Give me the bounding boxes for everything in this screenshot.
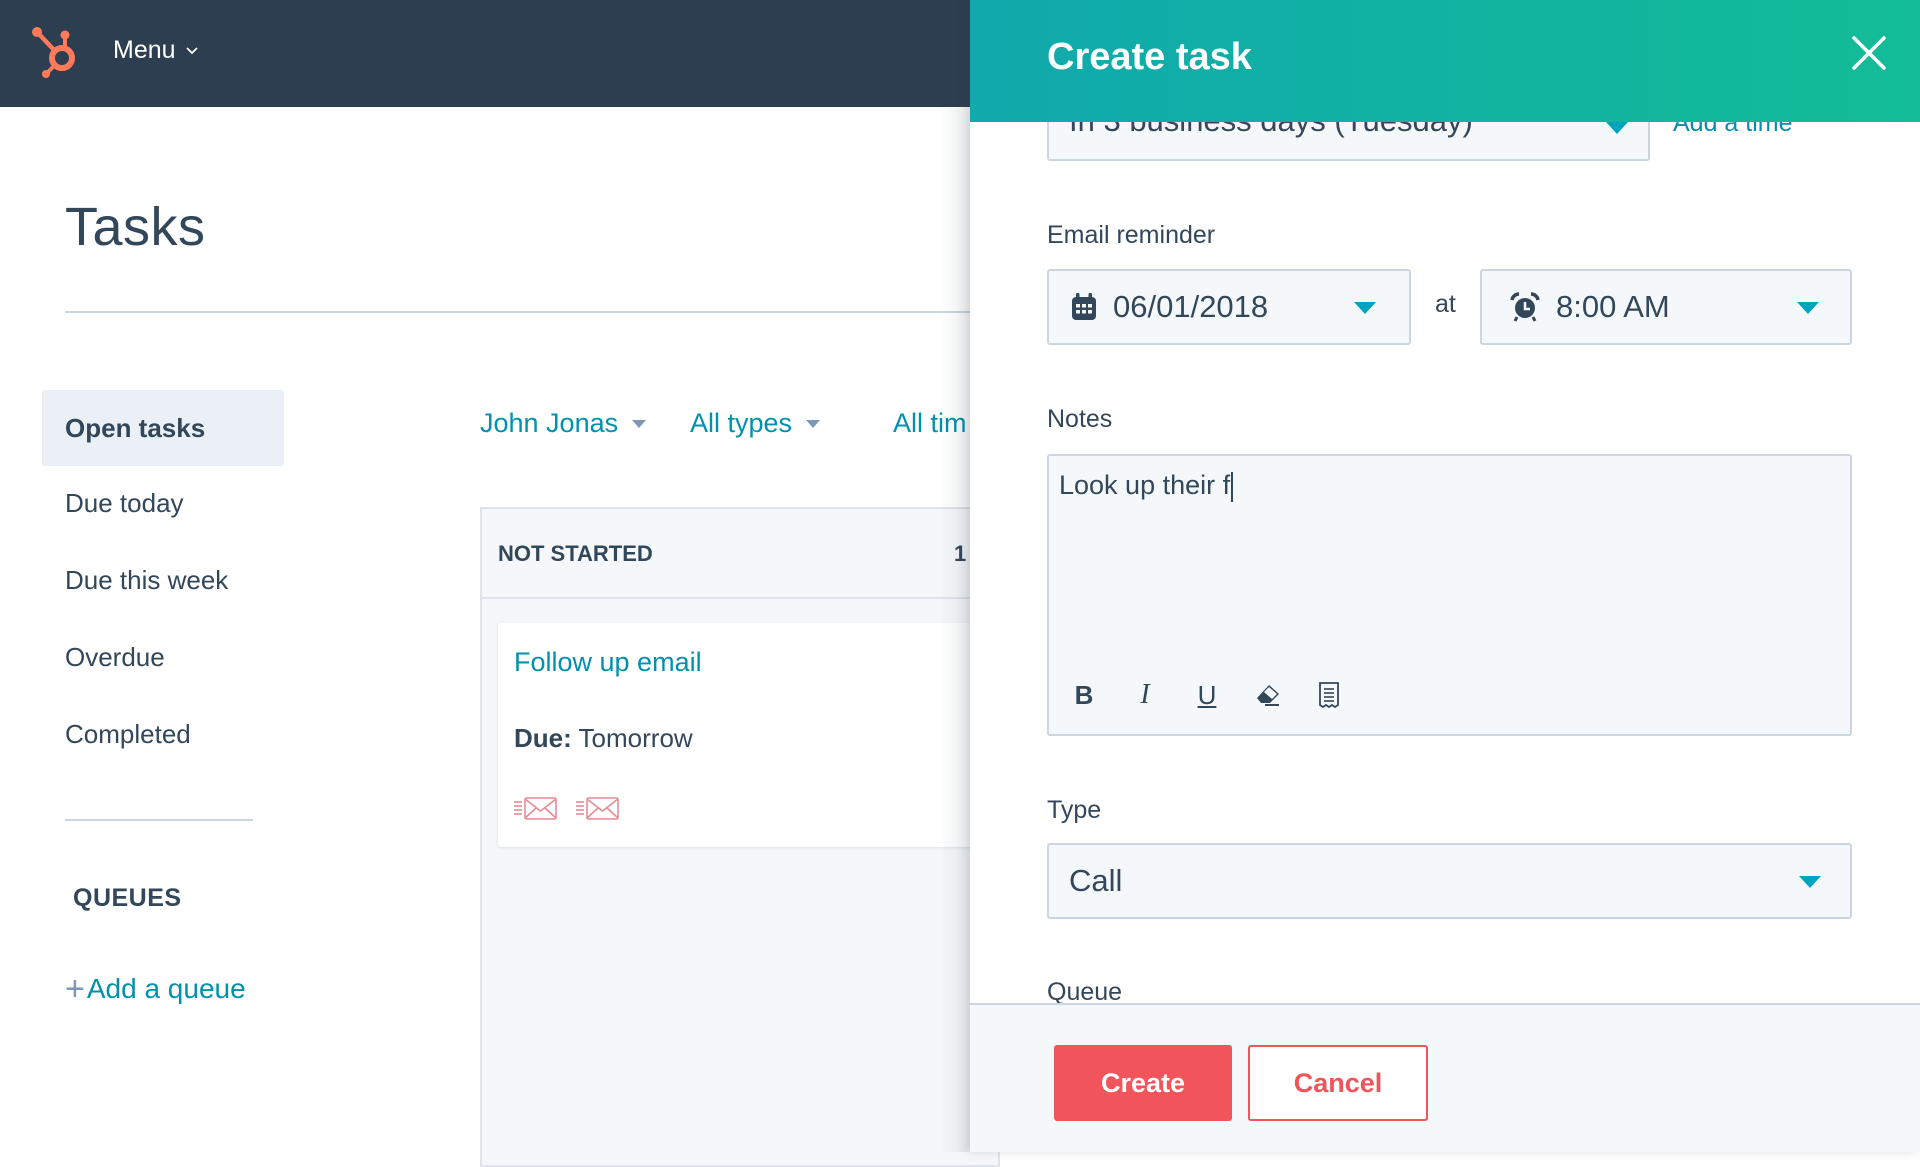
- sidebar-item-open-tasks[interactable]: Open tasks: [42, 390, 284, 466]
- add-queue-link[interactable]: + Add a queue: [65, 972, 246, 1006]
- at-label: at: [1435, 290, 1456, 318]
- task-name-link[interactable]: Follow up email: [514, 647, 702, 678]
- snippet-receipt-icon: [1319, 682, 1339, 708]
- bold-button[interactable]: B: [1067, 678, 1101, 712]
- text-cursor: [1231, 471, 1234, 502]
- title-divider: [65, 311, 985, 313]
- sidebar-item-completed[interactable]: Completed: [42, 696, 284, 772]
- caret-down-icon: [1606, 122, 1628, 134]
- alarm-clock-icon: [1510, 292, 1540, 322]
- queue-label: Queue: [1047, 978, 1123, 1003]
- notes-label: Notes: [1047, 405, 1113, 433]
- task-due: Due: Tomorrow: [514, 723, 693, 754]
- add-queue-label: Add a queue: [86, 973, 246, 1004]
- owner-filter-label: John Jonas: [480, 408, 619, 438]
- sidebar-item-label: Overdue: [65, 641, 165, 672]
- queues-heading: QUEUES: [73, 884, 182, 912]
- email-reminder-label: Email reminder: [1047, 221, 1216, 249]
- panel-title: Create task: [1047, 36, 1252, 78]
- sidebar-item-label: Completed: [65, 718, 191, 749]
- close-icon[interactable]: [1850, 34, 1888, 72]
- sidebar-item-overdue[interactable]: Overdue: [42, 619, 284, 695]
- sidebar-item-due-this-week[interactable]: Due this week: [42, 542, 284, 618]
- calendar-icon: [1072, 293, 1096, 320]
- underline-icon: U: [1197, 679, 1217, 710]
- notes-editor[interactable]: Look up their f B I U: [1047, 454, 1852, 736]
- caret-down-icon: [1797, 302, 1819, 314]
- type-filter-label: All types: [690, 408, 793, 438]
- caret-down-icon: [1799, 876, 1821, 888]
- italic-button[interactable]: I: [1128, 678, 1162, 712]
- panel-footer: Create Cancel: [970, 1003, 1920, 1152]
- sidebar-item-due-today[interactable]: Due today: [42, 465, 284, 541]
- sidebar-item-label: Due today: [65, 487, 184, 518]
- underline-button[interactable]: U: [1190, 678, 1224, 712]
- owner-filter-dropdown[interactable]: John Jonas: [480, 408, 647, 439]
- create-task-panel: Create task In 3 business days (Tuesday)…: [970, 0, 1920, 1152]
- insert-snippet-button[interactable]: [1312, 678, 1346, 712]
- board-column-not-started: NOT STARTED 1 Follow up email Due: Tomor…: [480, 507, 1000, 1167]
- email-sent-icon: [576, 797, 619, 820]
- hubspot-logo-icon[interactable]: [28, 24, 84, 80]
- page-title: Tasks: [65, 197, 206, 257]
- panel-header: Create task: [970, 0, 1920, 122]
- menu-label: Menu: [113, 36, 176, 64]
- email-sent-icon: [514, 797, 557, 820]
- reminder-date-value: 06/01/2018: [1113, 289, 1269, 324]
- type-filter-dropdown[interactable]: All types: [690, 408, 821, 439]
- eraser-icon: [1257, 685, 1279, 706]
- task-card[interactable]: Follow up email Due: Tomorrow: [498, 623, 978, 847]
- clear-formatting-button[interactable]: [1251, 678, 1285, 712]
- notes-value: Look up their f: [1059, 470, 1231, 500]
- reminder-date-select[interactable]: 06/01/2018: [1047, 269, 1411, 345]
- panel-body: Create task In 3 business days (Tuesday)…: [970, 0, 1920, 1003]
- menu-button[interactable]: Menu: [113, 36, 200, 65]
- plus-icon: +: [65, 970, 85, 1008]
- reminder-time-select[interactable]: 8:00 AM: [1480, 269, 1852, 345]
- sidebar-item-label: Open tasks: [65, 412, 206, 443]
- create-button[interactable]: Create: [1054, 1045, 1232, 1121]
- sidebar-item-label: Due this week: [65, 564, 229, 595]
- caret-down-icon: [1354, 302, 1376, 314]
- sidebar-divider: [65, 819, 253, 821]
- column-title: NOT STARTED: [498, 541, 653, 566]
- caret-down-icon: [632, 419, 647, 428]
- type-value: Call: [1069, 863, 1123, 898]
- panel-shadow: [940, 107, 970, 1152]
- chevron-down-icon: [185, 46, 198, 54]
- type-label: Type: [1047, 796, 1102, 824]
- caret-down-icon: [806, 419, 821, 428]
- reminder-time-value: 8:00 AM: [1556, 289, 1670, 324]
- task-due-label: Due:: [514, 723, 572, 753]
- cancel-button[interactable]: Cancel: [1248, 1045, 1428, 1121]
- task-due-value: Tomorrow: [578, 723, 693, 753]
- type-select[interactable]: Call: [1047, 843, 1852, 919]
- column-header: NOT STARTED 1: [482, 509, 998, 599]
- bold-icon: B: [1074, 679, 1094, 710]
- italic-icon: I: [1140, 679, 1150, 710]
- notes-input[interactable]: Look up their f: [1059, 470, 1234, 502]
